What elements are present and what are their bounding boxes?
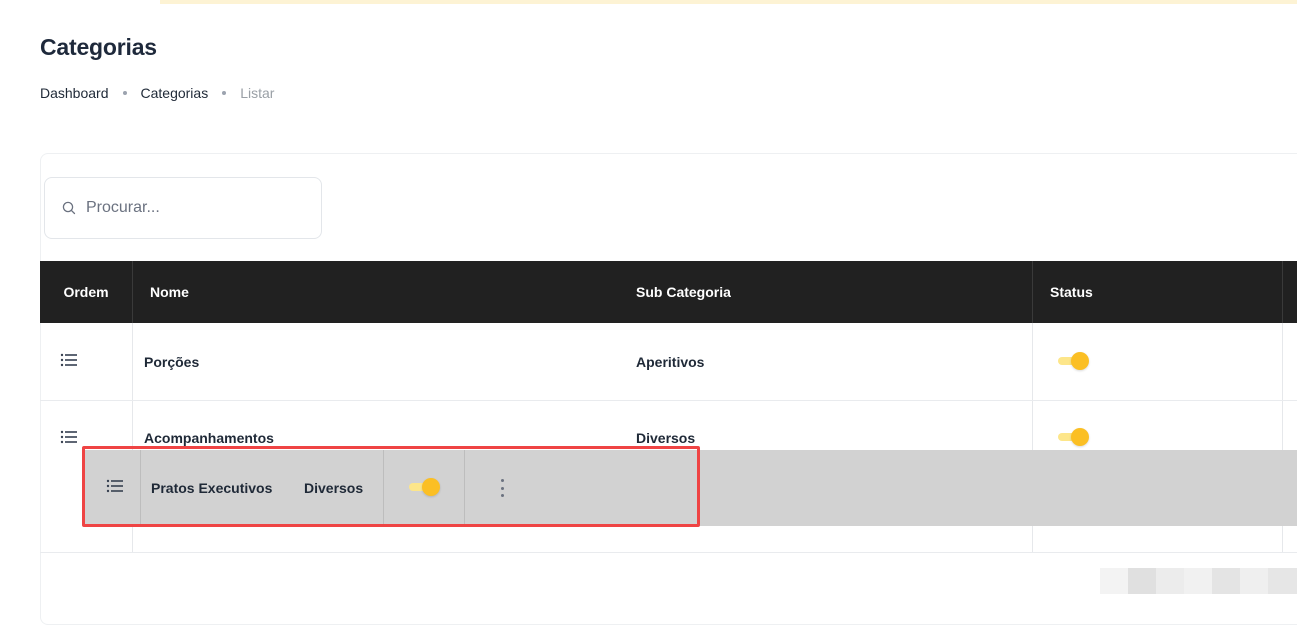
drag-handle[interactable] [60, 353, 78, 367]
cell-sub-categoria: Aperitivos [636, 354, 705, 370]
pagination-blur [1268, 568, 1297, 594]
dragging-row[interactable]: Pratos Executivos Diversos [84, 450, 1297, 526]
breadcrumb-dashboard[interactable]: Dashboard [40, 85, 109, 101]
list-drag-icon [60, 430, 77, 444]
cell-nome: Pratos Executivos [151, 480, 273, 496]
toggle-knob [422, 478, 440, 496]
toggle-knob [1071, 428, 1089, 446]
breadcrumb: Dashboard Categorias Listar [40, 85, 274, 101]
status-toggle[interactable] [409, 478, 441, 496]
kebab-menu-icon[interactable] [499, 479, 505, 497]
column-header-status[interactable]: Status [1050, 261, 1093, 323]
list-drag-icon [106, 479, 123, 493]
column-divider [1032, 261, 1033, 323]
cell-nome: Porções [144, 354, 200, 370]
drag-handle[interactable] [60, 430, 78, 444]
cell-sub-categoria: Diversos [636, 430, 696, 446]
column-divider [1282, 261, 1283, 323]
pagination-blur [1212, 568, 1240, 594]
column-divider [383, 450, 384, 526]
row-divider [40, 400, 1297, 401]
status-toggle[interactable] [1058, 352, 1090, 370]
column-divider [140, 450, 141, 526]
notice-banner [160, 0, 1297, 4]
column-header-sub-categoria[interactable]: Sub Categoria [636, 261, 731, 323]
toggle-knob [1071, 352, 1089, 370]
page-title: Categorias [40, 34, 157, 60]
list-drag-icon [60, 353, 77, 367]
search-icon [62, 201, 76, 215]
search-box[interactable] [44, 177, 322, 239]
row-divider [40, 552, 1297, 553]
pagination-blur [1240, 568, 1268, 594]
breadcrumb-current: Listar [240, 85, 275, 101]
table-header: Ordem Nome Sub Categoria Status [40, 261, 1297, 323]
pagination-blur [1100, 568, 1128, 594]
search-input[interactable] [86, 199, 286, 217]
breadcrumb-separator [122, 91, 127, 95]
status-toggle[interactable] [1058, 428, 1090, 446]
column-header-nome[interactable]: Nome [150, 261, 189, 323]
column-divider [132, 261, 133, 323]
pagination-blur [1156, 568, 1184, 594]
pagination-blur [1128, 568, 1156, 594]
pagination-blur [1184, 568, 1212, 594]
breadcrumb-separator [222, 91, 227, 95]
cell-nome: Acompanhamentos [144, 430, 274, 446]
cell-sub-categoria: Diversos [304, 480, 364, 496]
column-divider [464, 450, 465, 526]
column-header-ordem[interactable]: Ordem [40, 261, 132, 323]
breadcrumb-categorias[interactable]: Categorias [141, 85, 209, 101]
drag-handle[interactable] [106, 479, 124, 493]
